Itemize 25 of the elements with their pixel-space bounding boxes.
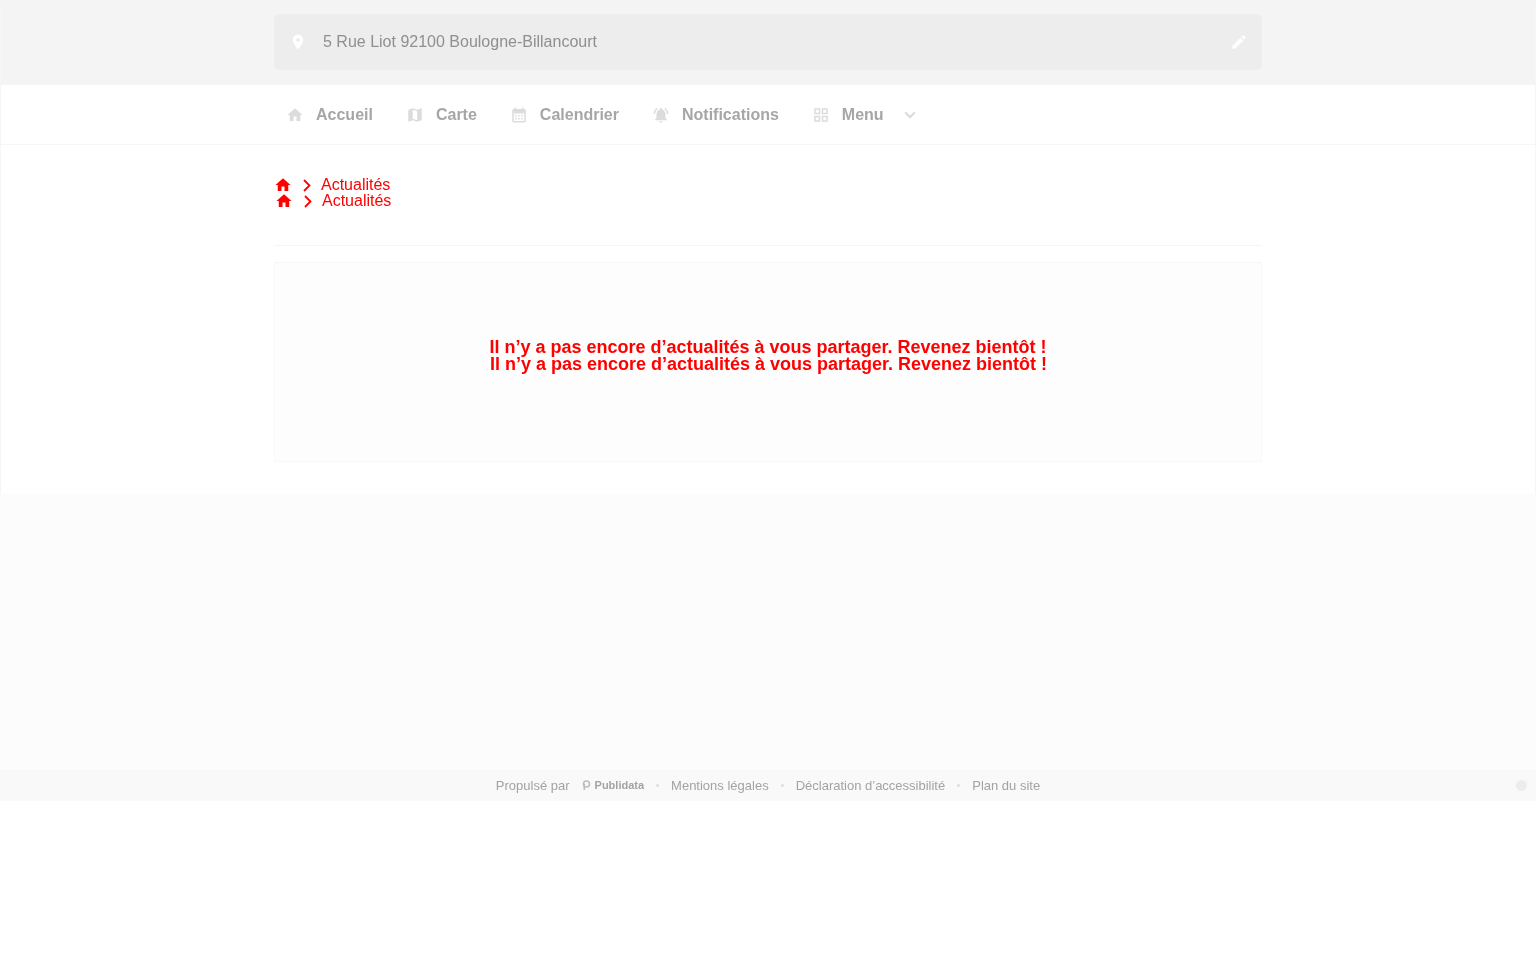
nav-link[interactable]: Carte [393,97,489,132]
home-icon[interactable] [274,176,292,194]
breadcrumb-current: Actualités [322,193,392,209]
chevron-down-icon [903,110,916,119]
home-icon[interactable] [275,192,293,210]
empty-message: Il n’y a pas encore d’actualités à vous partager. Revenez bientôt ! [488,356,1048,373]
nav-link[interactable]: Notifications [639,97,791,132]
footer-link[interactable]: Déclaration d’accessibilité [795,777,946,793]
address-text: 5 Rue Liot 92100 Boulogne-Billancourt [323,33,598,51]
chevron-right-icon [304,194,312,208]
grid-icon [811,105,830,124]
logo-icon [581,780,591,790]
bell-icon [651,105,670,124]
calendar-icon [509,105,528,124]
nav-link[interactable]: Accueil [274,97,385,132]
chevron-right-icon [303,178,311,192]
footer-link[interactable]: Plan du site [972,777,1041,793]
nav-link[interactable]: Calendrier [497,97,631,132]
powered-by-text: Propulsé par [495,777,570,793]
menu-dropdown[interactable]: Menu [799,97,928,132]
empty-message: Il n’y a pas encore d’actualités à vous partager. Revenez bientôt ! [489,339,1047,356]
brand-link[interactable]: Publidata [581,779,645,791]
map-icon [405,105,424,124]
breadcrumb-current: Actualités [321,177,391,193]
footer-link[interactable]: Mentions légales [671,777,769,793]
